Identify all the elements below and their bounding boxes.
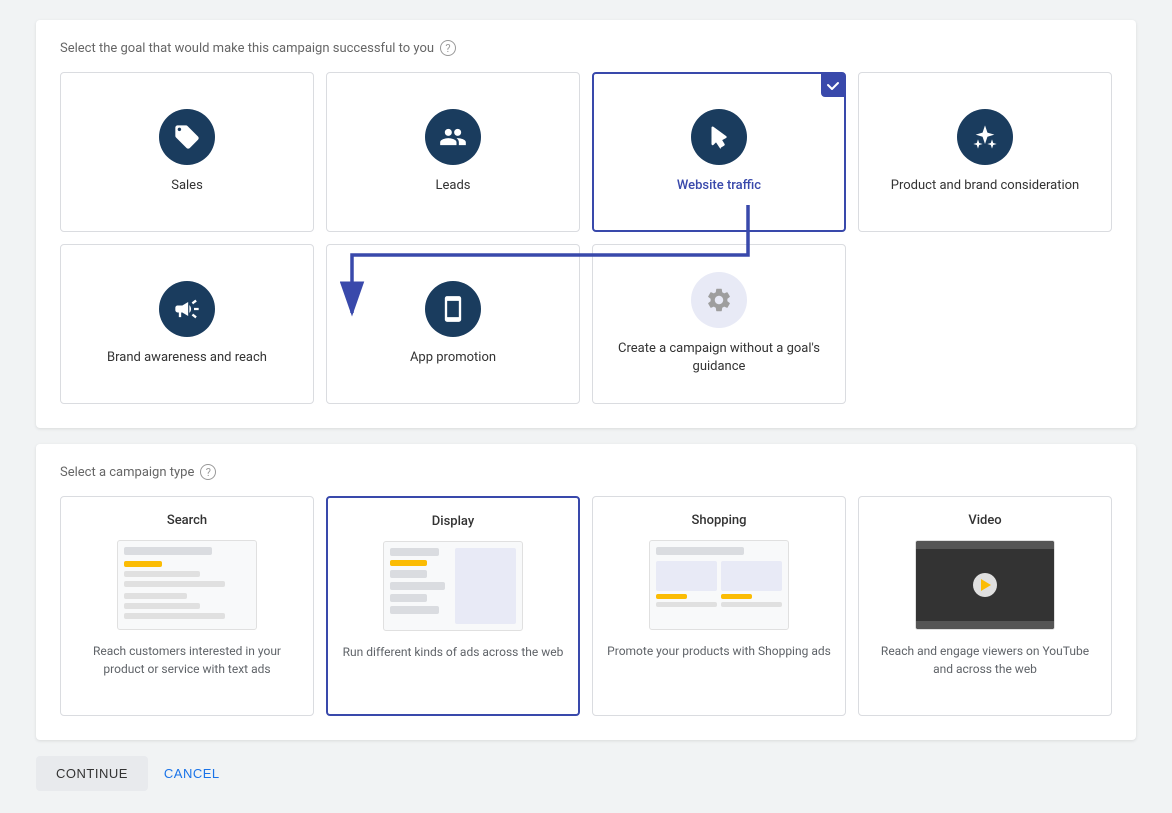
play-triangle: [981, 579, 991, 591]
video-title: Video: [968, 513, 1001, 528]
goal-card-website-traffic[interactable]: Website traffic: [592, 72, 846, 232]
campaign-type-grid: Search Reach customers interested in you…: [60, 496, 1112, 716]
shop-price-1: [656, 594, 687, 599]
campaign-section-label: Select a campaign type ?: [60, 464, 1112, 480]
search-line-5: [124, 603, 200, 609]
shop-item-2: [721, 561, 782, 607]
disp-bar-3: [390, 570, 427, 578]
search-desc: Reach customers interested in your produ…: [73, 642, 301, 678]
search-line-4: [124, 593, 187, 599]
display-preview: [383, 541, 523, 631]
shop-price-2: [721, 594, 752, 599]
goal-section: Select the goal that would make this cam…: [36, 20, 1136, 428]
play-button-icon: [973, 573, 997, 597]
search-line-3: [124, 581, 225, 587]
campaign-card-video[interactable]: Video Reach and engage viewers on YouTub…: [858, 496, 1112, 716]
shop-img-1: [656, 561, 717, 591]
display-left: [390, 548, 451, 624]
goal-help-icon[interactable]: ?: [440, 40, 456, 56]
app-label: App promotion: [410, 349, 496, 367]
goal-card-awareness[interactable]: Brand awareness and reach: [60, 244, 314, 404]
video-bottom-bar: [916, 621, 1054, 629]
continue-button[interactable]: CONTINUE: [36, 756, 148, 791]
awareness-icon: [159, 281, 215, 337]
search-title: Search: [167, 513, 207, 528]
sales-icon: [159, 109, 215, 165]
video-desc: Reach and engage viewers on YouTube and …: [871, 642, 1099, 678]
campaign-help-icon[interactable]: ?: [200, 464, 216, 480]
leads-label: Leads: [435, 177, 470, 195]
search-preview: [117, 540, 257, 630]
shop-img-2: [721, 561, 782, 591]
goal-card-brand[interactable]: Product and brand consideration: [858, 72, 1112, 232]
bottom-actions: CONTINUE CANCEL: [36, 756, 1136, 791]
campaign-card-search[interactable]: Search Reach customers interested in you…: [60, 496, 314, 716]
campaign-section: Select a campaign type ? Search: [36, 444, 1136, 740]
no-goal-icon: [691, 272, 747, 328]
shopping-preview: [649, 540, 789, 630]
search-bar-mock: [124, 547, 212, 555]
disp-bar-2: [390, 560, 427, 566]
display-right: [455, 548, 516, 624]
video-top-bar: [916, 541, 1054, 549]
shopping-desc: Promote your products with Shopping ads: [607, 642, 831, 660]
shopping-title: Shopping: [691, 513, 746, 528]
website-traffic-icon: [691, 109, 747, 165]
shop-item-1: [656, 561, 717, 607]
selected-checkmark: [821, 73, 845, 97]
search-line-1: [124, 561, 162, 567]
campaign-card-display[interactable]: Display Run different kinds of ads acro: [326, 496, 580, 716]
sections-wrapper: Select the goal that would make this cam…: [36, 20, 1136, 740]
display-title: Display: [432, 514, 474, 529]
goal-card-no-goal[interactable]: Create a campaign without a goal's guida…: [592, 244, 846, 404]
sales-label: Sales: [171, 177, 203, 195]
app-icon: [425, 281, 481, 337]
disp-bar-4: [390, 582, 445, 590]
goal-card-app[interactable]: App promotion: [326, 244, 580, 404]
display-desc: Run different kinds of ads across the we…: [343, 643, 564, 661]
campaign-card-shopping[interactable]: Shopping: [592, 496, 846, 716]
disp-bar-5: [390, 594, 427, 602]
no-goal-label: Create a campaign without a goal's guida…: [605, 340, 833, 376]
page-wrapper: Select the goal that would make this cam…: [36, 20, 1136, 791]
search-line-6: [124, 613, 225, 619]
goals-grid: Sales Leads: [60, 72, 1112, 404]
shop-content: [656, 561, 782, 607]
goal-card-leads[interactable]: Leads: [326, 72, 580, 232]
video-preview: [915, 540, 1055, 630]
brand-label: Product and brand consideration: [891, 177, 1079, 195]
campaign-label-text: Select a campaign type: [60, 465, 194, 480]
awareness-label: Brand awareness and reach: [107, 349, 267, 367]
goal-card-sales[interactable]: Sales: [60, 72, 314, 232]
brand-icon: [957, 109, 1013, 165]
search-line-2: [124, 571, 200, 577]
disp-bar-1: [390, 548, 439, 556]
shop-bar-mock: [656, 547, 744, 555]
goal-label-text: Select the goal that would make this cam…: [60, 41, 434, 56]
shop-desc-2: [721, 602, 782, 607]
leads-icon: [425, 109, 481, 165]
disp-bar-6: [390, 606, 439, 614]
shop-desc-1: [656, 602, 717, 607]
cancel-button[interactable]: CANCEL: [160, 756, 224, 791]
goal-section-label: Select the goal that would make this cam…: [60, 40, 1112, 56]
website-traffic-label: Website traffic: [677, 177, 761, 195]
